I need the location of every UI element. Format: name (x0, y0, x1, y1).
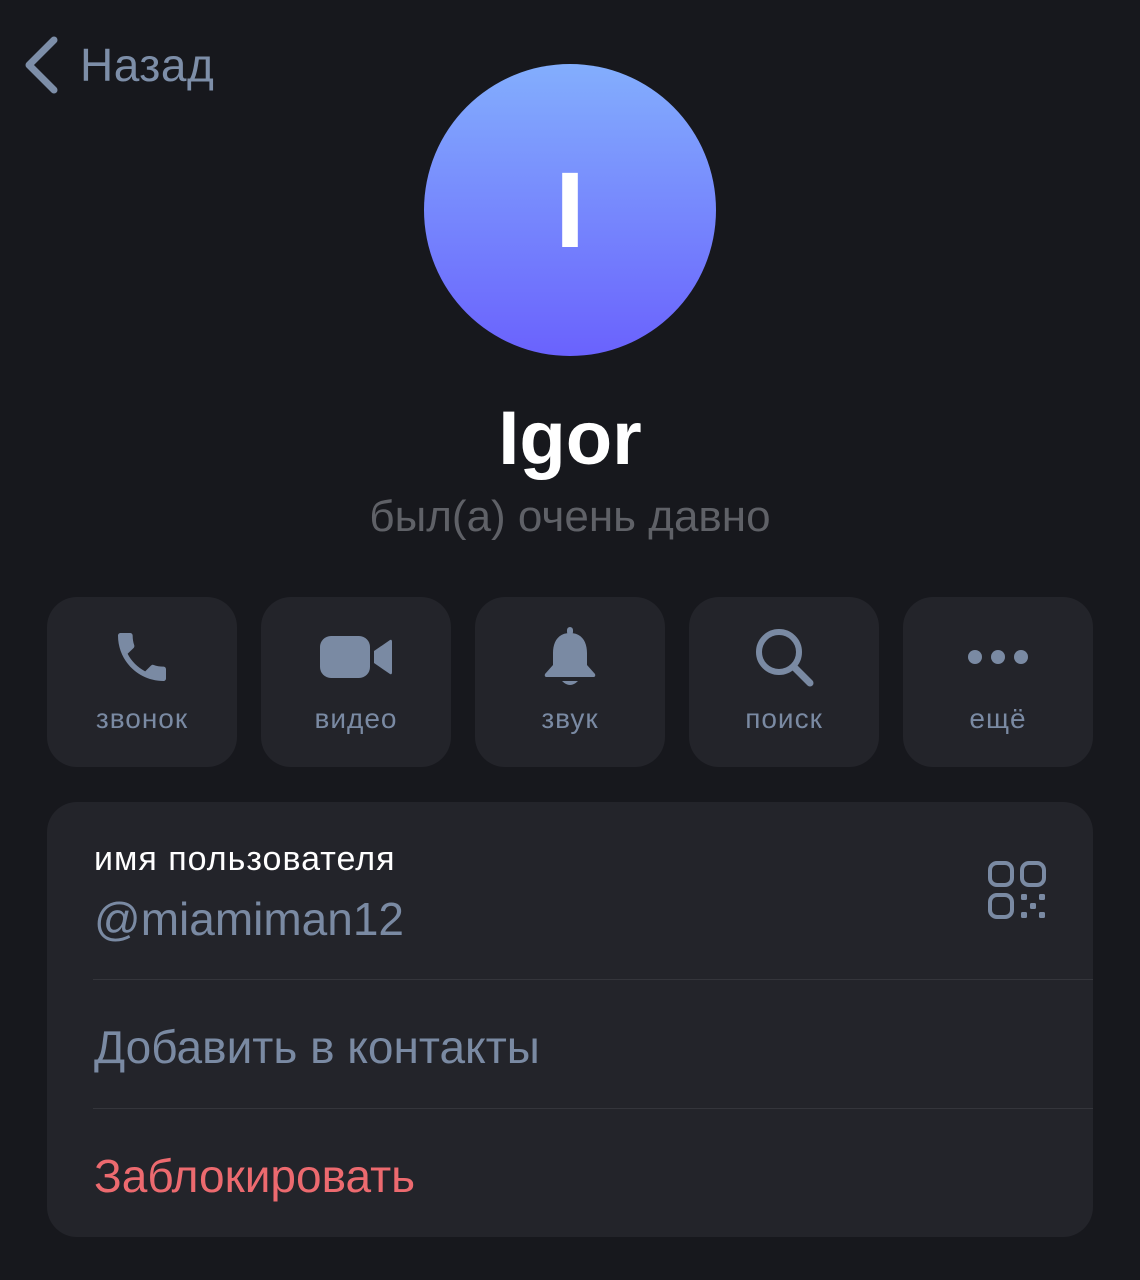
bell-icon (540, 625, 600, 689)
search-label: поиск (745, 703, 823, 734)
phone-icon (110, 625, 174, 689)
last-seen-status: был(а) очень давно (369, 492, 771, 541)
block-user-button[interactable]: Заблокировать (47, 1109, 1093, 1237)
qr-code-icon[interactable] (987, 860, 1047, 925)
back-button[interactable]: Назад (22, 30, 214, 100)
sound-button[interactable]: звук (475, 597, 665, 767)
profile-info-card: имя пользователя @miamiman12 Добавить в … (47, 802, 1093, 1237)
username-row[interactable]: имя пользователя @miamiman12 (47, 802, 1093, 979)
call-label: звонок (95, 703, 189, 734)
more-dots-icon (966, 625, 1030, 689)
more-button[interactable]: ещё (903, 597, 1093, 767)
add-to-contacts-button[interactable]: Добавить в контакты (47, 980, 1093, 1108)
profile-name: Igor (498, 396, 642, 481)
back-label: Назад (80, 39, 215, 91)
chevron-left-icon (22, 34, 60, 96)
sound-label: звук (541, 703, 599, 734)
username-caption: имя пользователя (94, 840, 396, 878)
avatar[interactable]: I (424, 64, 716, 356)
search-icon (752, 625, 816, 689)
video-label: видео (314, 703, 398, 734)
video-button[interactable]: видео (261, 597, 451, 767)
username-value[interactable]: @miamiman12 (94, 892, 404, 946)
more-label: ещё (969, 703, 1027, 734)
add-to-contacts-label: Добавить в контакты (94, 1021, 540, 1073)
search-button[interactable]: поиск (689, 597, 879, 767)
call-button[interactable]: звонок (47, 597, 237, 767)
block-user-label: Заблокировать (94, 1150, 416, 1202)
video-camera-icon (318, 625, 394, 689)
action-buttons-row: звонок видео звук поиск ещё (47, 597, 1093, 767)
avatar-initial: I (554, 149, 585, 270)
